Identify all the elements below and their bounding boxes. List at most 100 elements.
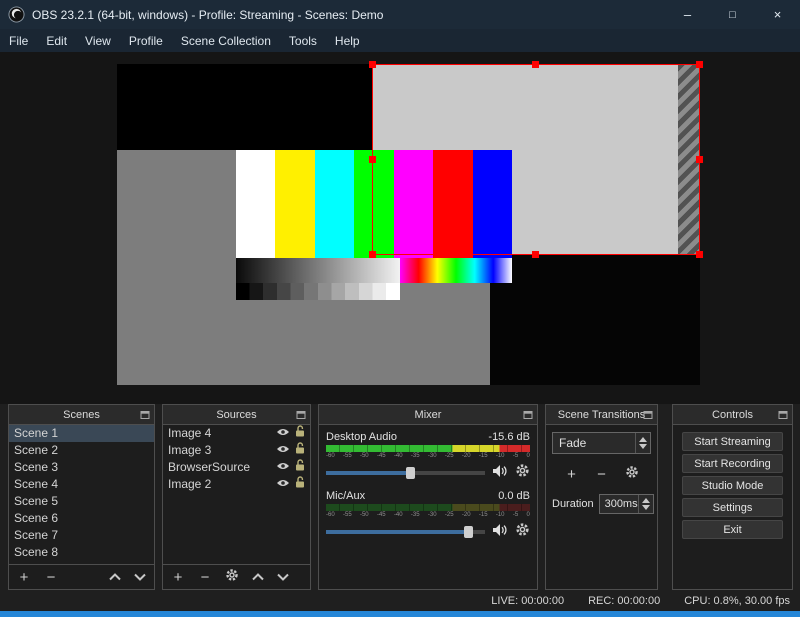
selection-handle-top-middle[interactable] xyxy=(532,61,539,68)
channel-name: Mic/Aux xyxy=(326,490,366,502)
controls-float-icon[interactable] xyxy=(778,410,788,420)
scene-item[interactable]: Scene 5 xyxy=(9,493,154,510)
mixer-panel-header: Mixer xyxy=(319,405,537,425)
selection-handle-bottom-right[interactable] xyxy=(696,251,703,258)
menu-profile[interactable]: Profile xyxy=(120,29,172,52)
remove-scene-button[interactable]: − xyxy=(44,570,58,585)
channel-gear-icon[interactable] xyxy=(515,522,530,542)
start-recording-button[interactable]: Start Recording xyxy=(682,454,783,473)
scene-item[interactable]: Scene 1 xyxy=(9,425,154,442)
speaker-icon[interactable] xyxy=(492,464,508,483)
sources-float-icon[interactable] xyxy=(296,410,306,420)
selection-handle-top-right[interactable] xyxy=(696,61,703,68)
minimize-button[interactable]: – xyxy=(665,0,710,29)
source-selection-outline[interactable] xyxy=(369,61,703,258)
grayscale-step-wedge xyxy=(236,283,400,300)
source-item[interactable]: BrowserSource xyxy=(163,459,310,476)
lock-icon[interactable] xyxy=(295,459,305,476)
scene-item[interactable]: Scene 6 xyxy=(9,510,154,527)
menu-view[interactable]: View xyxy=(76,29,120,52)
lock-icon[interactable] xyxy=(295,425,305,442)
duration-spinbox[interactable]: 300ms xyxy=(598,494,654,514)
source-item[interactable]: Image 4 xyxy=(163,425,310,442)
scene-canvas[interactable] xyxy=(117,61,703,385)
live-time: LIVE: 00:00:00 xyxy=(491,595,565,607)
transitions-body: Fade + − Duration 300ms xyxy=(546,425,657,589)
add-transition-button[interactable]: + xyxy=(565,467,579,482)
transitions-float-icon[interactable] xyxy=(643,410,653,420)
selection-handle-top-left[interactable] xyxy=(369,61,376,68)
mixer-float-icon[interactable] xyxy=(523,410,533,420)
exit-button[interactable]: Exit xyxy=(682,520,783,539)
volume-slider[interactable] xyxy=(326,525,485,539)
menu-edit[interactable]: Edit xyxy=(37,29,76,52)
visibility-eye-icon[interactable] xyxy=(276,442,290,459)
window-title: OBS 23.2.1 (64-bit, windows) - Profile: … xyxy=(32,7,384,22)
controls-panel-title: Controls xyxy=(712,408,753,421)
menu-tools[interactable]: Tools xyxy=(280,29,326,52)
menu-scene-collection[interactable]: Scene Collection xyxy=(172,29,280,52)
channel-name: Desktop Audio xyxy=(326,431,397,443)
speaker-icon[interactable] xyxy=(492,523,508,542)
scenes-toolbar: + − xyxy=(9,564,154,589)
combo-down-arrow-icon[interactable] xyxy=(639,444,647,449)
selection-handle-bottom-left[interactable] xyxy=(369,251,376,258)
scenes-panel-header: Scenes xyxy=(9,405,154,425)
selection-handle-middle-left[interactable] xyxy=(369,155,376,163)
move-source-down-button[interactable] xyxy=(277,568,289,586)
scene-black-region-top-left xyxy=(117,64,372,150)
mixer-panel: Mixer Desktop Audio -15.6 dB -60 -55 -50 -4… xyxy=(318,404,538,590)
add-source-button[interactable]: + xyxy=(171,570,185,585)
remove-transition-button[interactable]: − xyxy=(595,467,609,482)
duration-up-arrow-icon[interactable] xyxy=(641,498,650,503)
scene-item[interactable]: Scene 8 xyxy=(9,544,154,561)
menu-file[interactable]: File xyxy=(0,29,37,52)
transition-select[interactable]: Fade xyxy=(552,432,651,454)
sources-panel-header: Sources xyxy=(163,405,310,425)
move-source-up-button[interactable] xyxy=(252,568,264,586)
window-bottom-accent xyxy=(0,611,800,617)
visibility-eye-icon[interactable] xyxy=(276,476,290,493)
source-item[interactable]: Image 3 xyxy=(163,442,310,459)
move-scene-up-button[interactable] xyxy=(109,568,121,586)
scene-item[interactable]: Scene 7 xyxy=(9,527,154,544)
scenes-panel: Scenes Scene 1 Scene 2 Scene 3 Scene 4 S… xyxy=(8,404,155,590)
transitions-panel: Scene Transitions Fade + − Duration 300m… xyxy=(545,404,658,590)
rec-time: REC: 00:00:00 xyxy=(588,595,661,607)
start-streaming-button[interactable]: Start Streaming xyxy=(682,432,783,451)
combo-up-arrow-icon[interactable] xyxy=(639,437,647,442)
scene-list: Scene 1 Scene 2 Scene 3 Scene 4 Scene 5 … xyxy=(9,425,154,564)
meter-scale: -60 -55 -50 -45 -40 -35 -30 -25 -20 -15 -10 -5 0 xyxy=(326,453,530,459)
close-button[interactable]: × xyxy=(755,0,800,29)
maximize-button[interactable]: □ xyxy=(710,0,755,29)
channel-gear-icon[interactable] xyxy=(515,463,530,483)
settings-button[interactable]: Settings xyxy=(682,498,783,517)
rainbow-gradient xyxy=(400,258,512,283)
selection-handle-bottom-middle[interactable] xyxy=(532,251,539,258)
add-scene-button[interactable]: + xyxy=(17,570,31,585)
move-scene-down-button[interactable] xyxy=(134,568,146,586)
selection-handle-middle-right[interactable] xyxy=(696,155,703,163)
status-bar: LIVE: 00:00:00 REC: 00:00:00 CPU: 0.8%, … xyxy=(0,591,800,611)
duration-down-arrow-icon[interactable] xyxy=(641,505,650,510)
studio-mode-button[interactable]: Studio Mode xyxy=(682,476,783,495)
scene-item[interactable]: Scene 2 xyxy=(9,442,154,459)
scene-item[interactable]: Scene 9 xyxy=(9,561,154,564)
mixer-body: Desktop Audio -15.6 dB -60 -55 -50 -45 -40 -3… xyxy=(319,425,537,589)
scene-item[interactable]: Scene 3 xyxy=(9,459,154,476)
transition-properties-gear-icon[interactable] xyxy=(625,465,639,484)
remove-source-button[interactable]: − xyxy=(198,570,212,585)
menubar: File Edit View Profile Scene Collection … xyxy=(0,29,800,52)
scene-item[interactable]: Scene 4 xyxy=(9,476,154,493)
source-item[interactable]: Image 2 xyxy=(163,476,310,493)
cpu-fps: CPU: 0.8%, 30.00 fps xyxy=(684,595,790,607)
visibility-eye-icon[interactable] xyxy=(276,425,290,442)
scenes-float-icon[interactable] xyxy=(140,410,150,420)
source-properties-gear-icon[interactable] xyxy=(225,568,239,587)
titlebar: OBS 23.2.1 (64-bit, windows) - Profile: … xyxy=(0,0,800,29)
lock-icon[interactable] xyxy=(295,442,305,459)
volume-slider[interactable] xyxy=(326,466,485,480)
menu-help[interactable]: Help xyxy=(326,29,369,52)
visibility-eye-icon[interactable] xyxy=(276,459,290,476)
lock-icon[interactable] xyxy=(295,476,305,493)
